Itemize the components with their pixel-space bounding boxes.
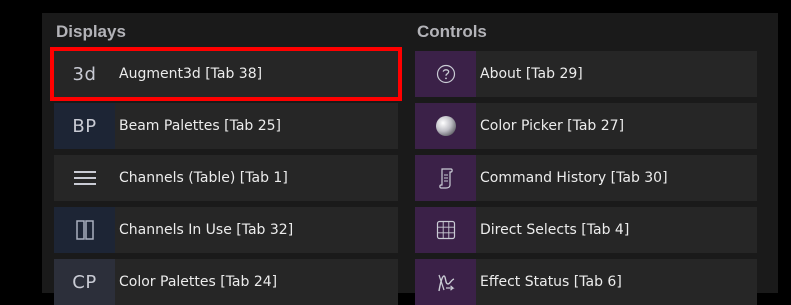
tile-label: Channels (Table) [Tab 1] <box>119 170 288 186</box>
tile-about[interactable]: About [Tab 29] <box>415 51 757 97</box>
displays-section-title: Displays <box>56 22 126 41</box>
tile-label: Augment3d [Tab 38] <box>119 66 263 82</box>
tile-label: Direct Selects [Tab 4] <box>480 222 630 238</box>
color-sphere-icon <box>415 103 476 149</box>
tile-color-palettes[interactable]: CP Color Palettes [Tab 24] <box>54 259 398 305</box>
tile-label: Color Picker [Tab 27] <box>480 118 625 134</box>
tile-label: Effect Status [Tab 6] <box>480 274 622 290</box>
tile-label: Beam Palettes [Tab 25] <box>119 118 282 134</box>
tile-label: Command History [Tab 30] <box>480 170 668 186</box>
scroll-icon <box>415 155 476 201</box>
augment3d-icon: 3d <box>54 51 115 97</box>
color-palettes-icon: CP <box>54 259 115 305</box>
tile-color-picker[interactable]: Color Picker [Tab 27] <box>415 103 757 149</box>
controls-section-title: Controls <box>417 22 487 41</box>
beam-palettes-icon: BP <box>54 103 115 149</box>
tab-launcher-panel: Displays 3d Augment3d [Tab 38] BP Beam P… <box>42 13 778 305</box>
direct-select-grid-icon <box>415 207 476 253</box>
displays-column: Displays 3d Augment3d [Tab 38] BP Beam P… <box>50 13 402 305</box>
augment3d-icon-text: 3d <box>72 63 97 85</box>
effect-wave-icon <box>415 259 476 305</box>
tile-direct-selects[interactable]: Direct Selects [Tab 4] <box>415 207 757 253</box>
tile-label: Channels In Use [Tab 32] <box>119 222 294 238</box>
question-circle-icon <box>415 51 476 97</box>
tile-augment3d[interactable]: 3d Augment3d [Tab 38] <box>50 47 402 101</box>
tile-label: About [Tab 29] <box>480 66 583 82</box>
tile-beam-palettes[interactable]: BP Beam Palettes [Tab 25] <box>54 103 398 149</box>
tile-effect-status[interactable]: Effect Status [Tab 6] <box>415 259 757 305</box>
hamburger-list-icon <box>54 155 115 201</box>
tile-channels-table[interactable]: Channels (Table) [Tab 1] <box>54 155 398 201</box>
tile-command-history[interactable]: Command History [Tab 30] <box>415 155 757 201</box>
tile-channels-in-use[interactable]: Channels In Use [Tab 32] <box>54 207 398 253</box>
beam-palettes-icon-text: BP <box>72 115 97 137</box>
color-palettes-icon-text: CP <box>72 271 97 293</box>
split-columns-icon <box>54 207 115 253</box>
controls-column: Controls About [Tab 29] Color Picker [Ta… <box>415 13 757 305</box>
tile-label: Color Palettes [Tab 24] <box>119 274 278 290</box>
